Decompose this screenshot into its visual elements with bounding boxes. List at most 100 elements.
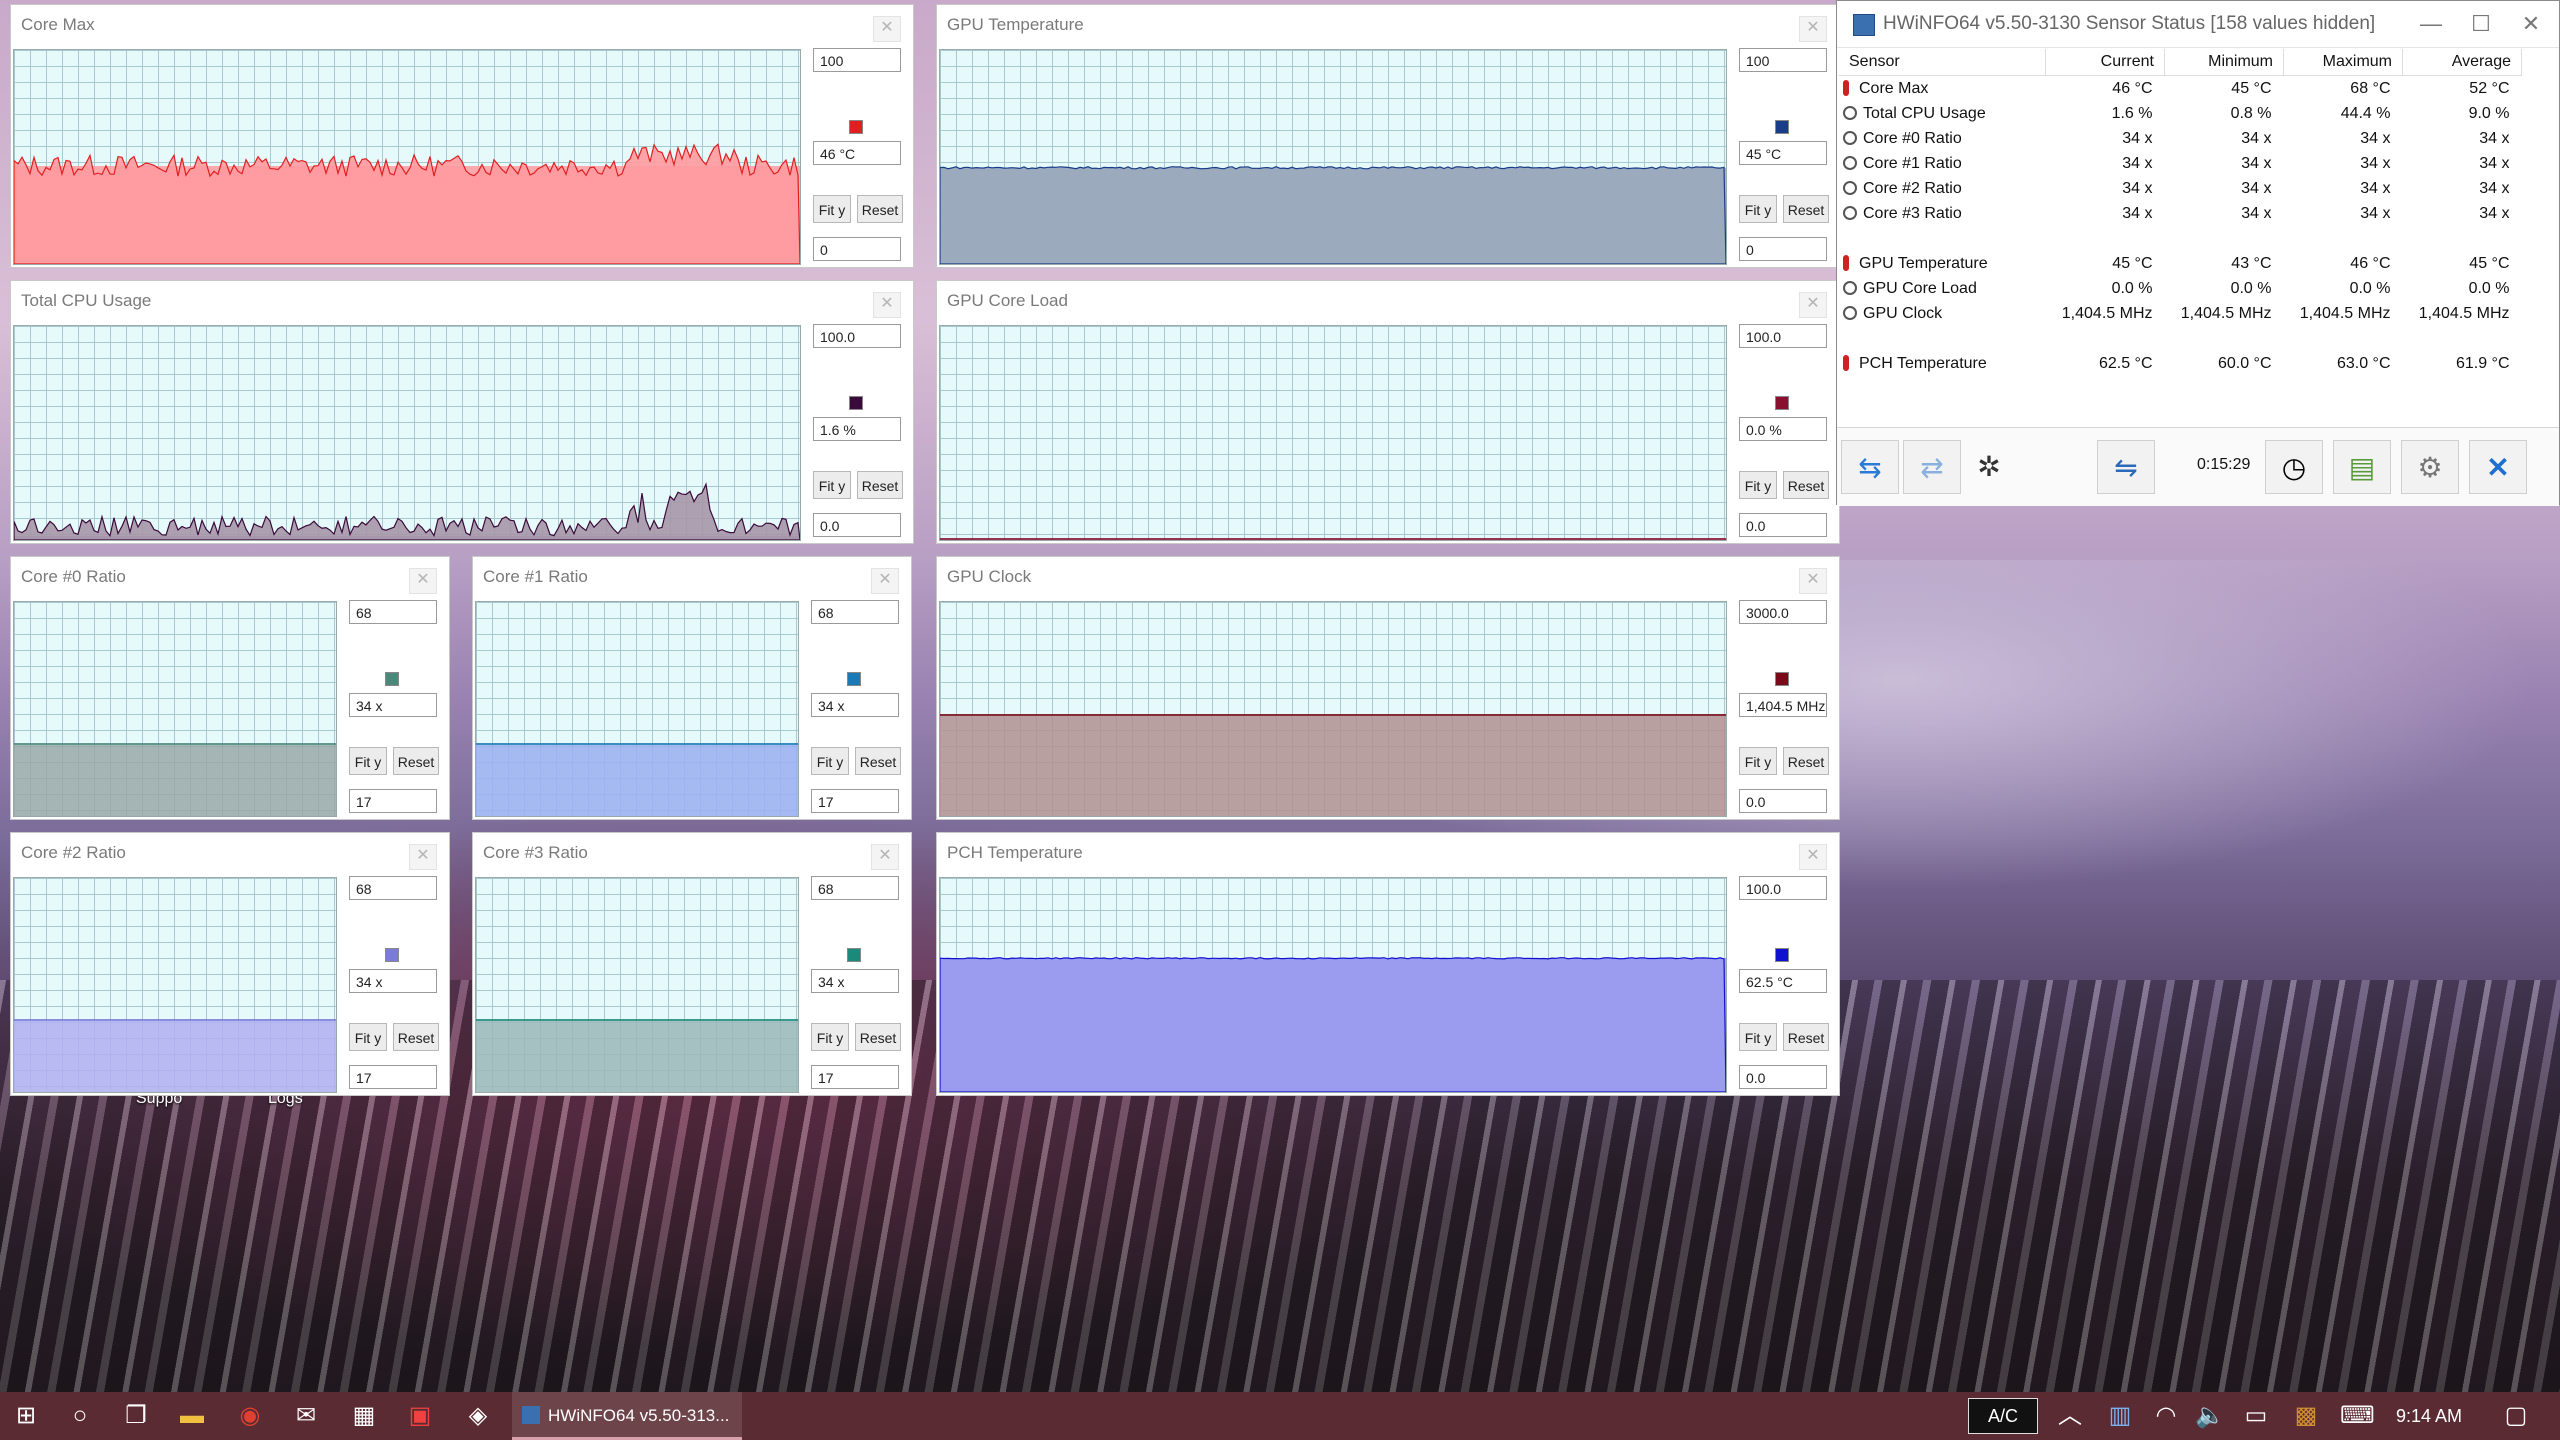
reset-button[interactable]: Reset (1783, 747, 1829, 775)
calendar-icon[interactable]: ▦ (348, 1400, 380, 1432)
series-color-swatch[interactable] (849, 120, 863, 134)
reset-button[interactable]: Reset (857, 471, 903, 499)
mail-icon[interactable]: ✉ (290, 1400, 322, 1432)
sensor-row[interactable]: GPU Clock 1,404.5 MHz 1,404.5 MHz 1,404.5 M… (1839, 301, 2522, 326)
graph-window-pch-temperature[interactable]: PCH Temperature ✕ 100.0 62.5 °C Fit y Reset 0.… (936, 832, 1840, 1096)
volume-icon[interactable]: 🔈 (2194, 1400, 2226, 1432)
clock-reset-icon[interactable]: ◷ (2265, 440, 2323, 494)
graph-max-field[interactable]: 68 (349, 876, 437, 900)
graph-window-core-0-ratio[interactable]: Core #0 Ratio ✕ 68 34 x Fit y Reset 17 (10, 556, 450, 820)
fit-y-button[interactable]: Fit y (1739, 471, 1777, 499)
sensor-row[interactable]: Core #0 Ratio 34 x 34 x 34 x 34 x (1839, 126, 2522, 151)
arrows-expand-icon[interactable]: ⇆ (1841, 440, 1899, 494)
sensor-row[interactable]: Core #2 Ratio 34 x 34 x 34 x 34 x (1839, 176, 2522, 201)
graph-min-field[interactable]: 0.0 (1739, 513, 1827, 537)
reset-button[interactable]: Reset (1783, 471, 1829, 499)
graph-max-field[interactable]: 100.0 (1739, 324, 1827, 348)
window-titlebar[interactable]: HWiNFO64 v5.50-3130 Sensor Status [158 v… (1837, 1, 2559, 48)
graph-max-field[interactable]: 68 (811, 876, 899, 900)
graph-min-field[interactable]: 17 (349, 1065, 437, 1089)
tray-app-icon[interactable]: ▩ (2290, 1400, 2322, 1432)
graph-window-total-cpu-usage[interactable]: Total CPU Usage ✕ 100.0 1.6 % Fit y Reset 0.0 (10, 280, 914, 544)
column-header-minimum[interactable]: Minimum (2164, 49, 2284, 76)
taskbar-item-hwinfo[interactable]: HWiNFO64 v5.50-313... (512, 1392, 742, 1440)
fan-icon[interactable]: ✲ (1969, 440, 2009, 494)
graph-window-gpu-temperature[interactable]: GPU Temperature ✕ 100 45 °C Fit y Reset 0 (936, 4, 1840, 268)
graph-min-field[interactable]: 0.0 (813, 513, 901, 537)
fit-y-button[interactable]: Fit y (813, 195, 851, 223)
fit-y-button[interactable]: Fit y (813, 471, 851, 499)
graph-min-field[interactable]: 17 (349, 789, 437, 813)
sensor-row[interactable]: Core #1 Ratio 34 x 34 x 34 x 34 x (1839, 151, 2522, 176)
reset-button[interactable]: Reset (1783, 1023, 1829, 1051)
fit-y-button[interactable]: Fit y (1739, 747, 1777, 775)
graph-min-field[interactable]: 17 (811, 1065, 899, 1089)
minimize-button[interactable]: — (2407, 9, 2455, 39)
reset-button[interactable]: Reset (1783, 195, 1829, 223)
column-header-current[interactable]: Current (2045, 49, 2165, 76)
reset-button[interactable]: Reset (855, 1023, 901, 1051)
fit-y-button[interactable]: Fit y (349, 1023, 387, 1051)
sensor-row[interactable] (1839, 226, 2522, 251)
wifi-icon[interactable]: ◠ (2150, 1400, 2182, 1432)
close-button[interactable]: ✕ (2507, 9, 2555, 39)
graph-max-field[interactable]: 100.0 (1739, 876, 1827, 900)
fit-y-button[interactable]: Fit y (1739, 1023, 1777, 1051)
graph-max-field[interactable]: 3000.0 (1739, 600, 1827, 624)
cortana-search-icon[interactable]: ○ (64, 1400, 96, 1432)
sensor-row[interactable]: Total CPU Usage 1.6 % 0.8 % 44.4 % 9.0 % (1839, 101, 2522, 126)
reset-button[interactable]: Reset (393, 747, 439, 775)
chevron-up-icon[interactable]: ︿ (2054, 1400, 2086, 1432)
fit-y-button[interactable]: Fit y (349, 747, 387, 775)
chrome-icon[interactable]: ◉ (234, 1400, 266, 1432)
close-x-icon[interactable]: ✕ (2469, 440, 2527, 494)
series-color-swatch[interactable] (1775, 948, 1789, 962)
network-icon[interactable]: ⇋ (2097, 440, 2155, 494)
action-center-icon[interactable]: ▢ (2500, 1400, 2532, 1432)
sensor-row[interactable]: Core Max 46 °C 45 °C 68 °C 52 °C (1839, 76, 2522, 102)
series-color-swatch[interactable] (385, 672, 399, 686)
ac-indicator[interactable]: A/C (1968, 1398, 2038, 1434)
arrows-collapse-icon[interactable]: ⇄ (1903, 440, 1961, 494)
graph-window-gpu-core-load[interactable]: GPU Core Load ✕ 100.0 0.0 % Fit y Reset 0.0 (936, 280, 1840, 544)
graph-min-field[interactable]: 0.0 (1739, 789, 1827, 813)
graph-window-core-max[interactable]: Core Max ✕ 100 46 °C Fit y Reset 0 (10, 4, 914, 268)
series-color-swatch[interactable] (1775, 120, 1789, 134)
series-color-swatch[interactable] (1775, 672, 1789, 686)
windows-start-icon[interactable]: ⊞ (10, 1400, 42, 1432)
graph-min-field[interactable]: 0 (813, 237, 901, 261)
file-explorer-icon[interactable]: ▬ (176, 1400, 208, 1432)
fit-y-button[interactable]: Fit y (811, 1023, 849, 1051)
series-color-swatch[interactable] (847, 948, 861, 962)
battery-icon[interactable]: ▭ (2240, 1400, 2272, 1432)
graph-window-core-2-ratio[interactable]: Core #2 Ratio ✕ 68 34 x Fit y Reset 17 (10, 832, 450, 1096)
fit-y-button[interactable]: Fit y (1739, 195, 1777, 223)
column-header-average[interactable]: Average (2402, 49, 2522, 76)
settings-gear-icon[interactable]: ⚙ (2401, 440, 2459, 494)
graph-min-field[interactable]: 0.0 (1739, 1065, 1827, 1089)
graph-min-field[interactable]: 0 (1739, 237, 1827, 261)
sensor-row[interactable] (1839, 326, 2522, 351)
series-color-swatch[interactable] (1775, 396, 1789, 410)
series-color-swatch[interactable] (849, 396, 863, 410)
keyboard-icon[interactable]: ⌨ (2340, 1400, 2375, 1432)
sensor-row[interactable]: PCH Temperature 62.5 °C 60.0 °C 63.0 °C 61.9… (1839, 351, 2522, 376)
maximize-button[interactable]: ☐ (2457, 9, 2505, 39)
graph-max-field[interactable]: 68 (811, 600, 899, 624)
column-header-sensor[interactable]: Sensor (1839, 49, 2046, 76)
series-color-swatch[interactable] (385, 948, 399, 962)
hwinfo-sensor-window[interactable]: HWiNFO64 v5.50-3130 Sensor Status [158 v… (1836, 0, 2560, 506)
task-view-icon[interactable]: ❐ (120, 1400, 152, 1432)
log-file-icon[interactable]: ▤ (2333, 440, 2391, 494)
sensor-row[interactable]: Core #3 Ratio 34 x 34 x 34 x 34 x (1839, 201, 2522, 226)
graph-max-field[interactable]: 68 (349, 600, 437, 624)
graph-window-core-3-ratio[interactable]: Core #3 Ratio ✕ 68 34 x Fit y Reset 17 (472, 832, 912, 1096)
series-color-swatch[interactable] (847, 672, 861, 686)
column-header-maximum[interactable]: Maximum (2283, 49, 2403, 76)
reset-button[interactable]: Reset (393, 1023, 439, 1051)
graph-window-core-1-ratio[interactable]: Core #1 Ratio ✕ 68 34 x Fit y Reset 17 (472, 556, 912, 820)
sensor-row[interactable]: GPU Temperature 45 °C 43 °C 46 °C 45 °C (1839, 251, 2522, 276)
reset-button[interactable]: Reset (857, 195, 903, 223)
graph-max-field[interactable]: 100 (1739, 48, 1827, 72)
hwinfo-tray-icon[interactable]: ▥ (2104, 1400, 2136, 1432)
